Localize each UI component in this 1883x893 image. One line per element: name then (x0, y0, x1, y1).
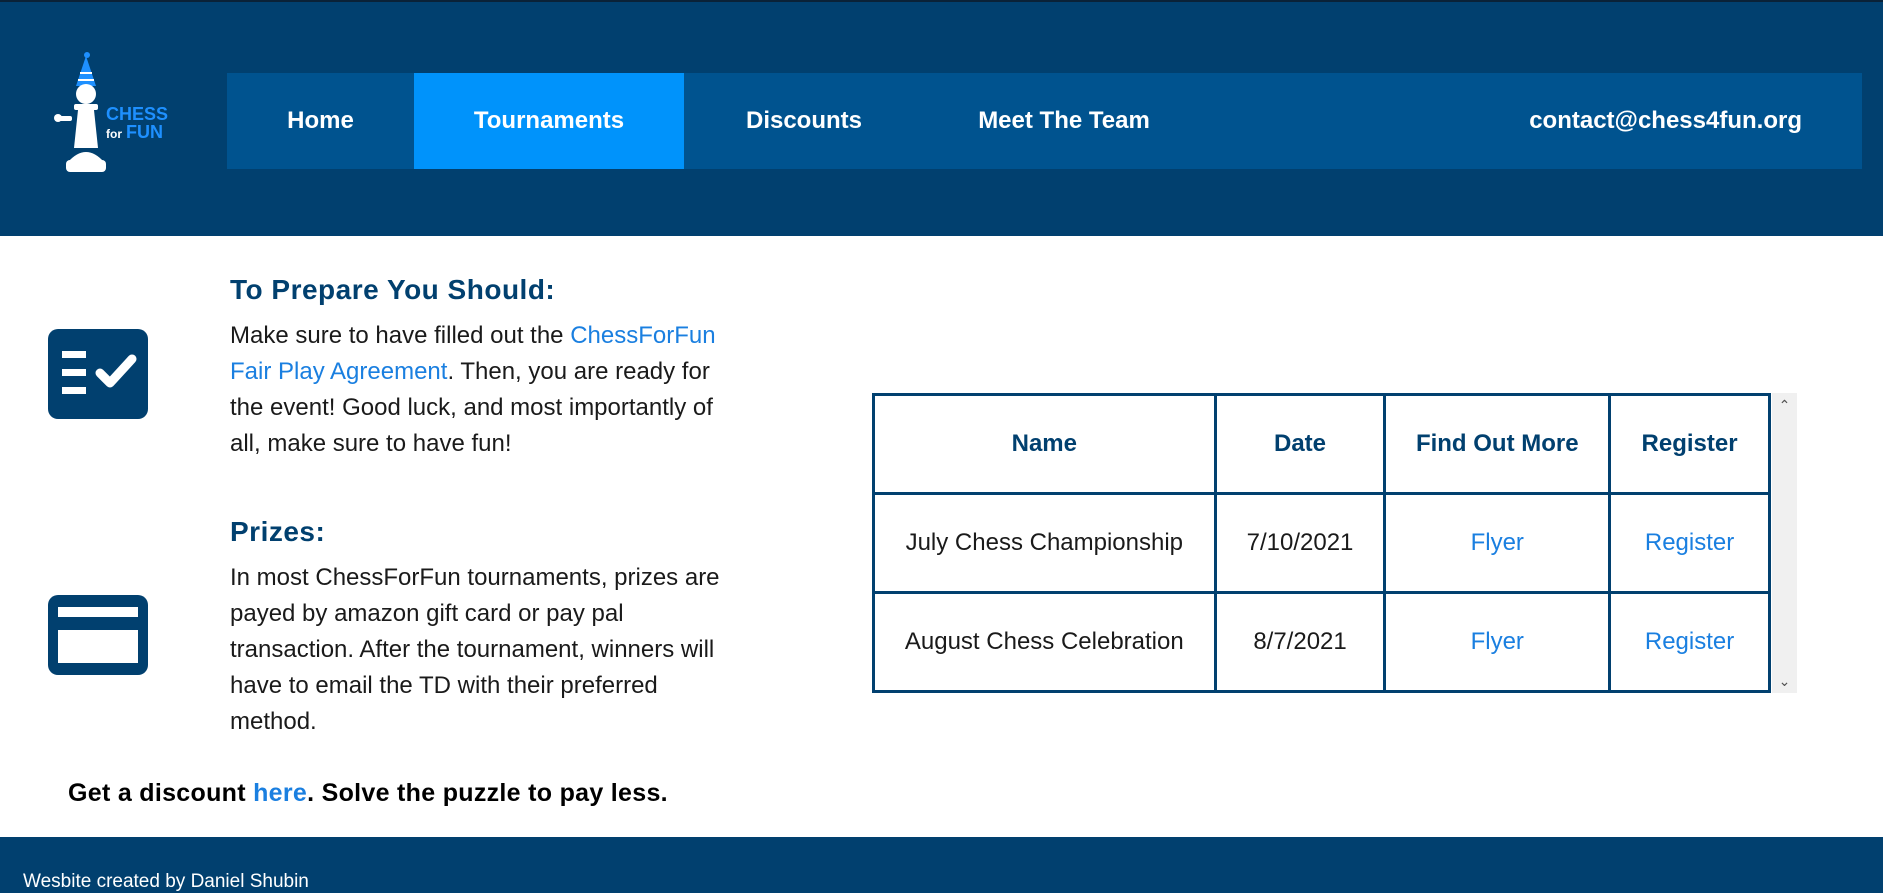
header-name: Name (872, 393, 1217, 495)
register-link[interactable]: Register (1645, 628, 1734, 655)
prepare-text-before: Make sure to have filled out the (230, 322, 571, 349)
row-register: Register (1608, 492, 1771, 594)
prepare-title: To Prepare You Should: (230, 274, 556, 305)
discount-text-after: . Solve the puzzle to pay less. (307, 779, 668, 807)
site-footer: Wesbite created by Daniel Shubin (0, 837, 1883, 893)
row-more: Flyer (1383, 492, 1612, 594)
tournament-table: Name Date Find Out More Register July Ch… (872, 393, 1771, 693)
discount-text-before: Get a discount (68, 779, 254, 807)
header-register: Register (1608, 393, 1771, 495)
table-header-row: Name Date Find Out More Register (872, 393, 1771, 495)
row-date: 7/10/2021 (1213, 492, 1387, 594)
row-register: Register (1608, 591, 1771, 693)
discount-here-link[interactable]: here (253, 779, 307, 807)
row-more: Flyer (1383, 591, 1612, 693)
header-date: Date (1213, 393, 1387, 495)
site-header: CHESS for FUN Home Tournaments Discounts… (0, 0, 1883, 236)
nav-contact-email[interactable]: contact@chess4fun.org (1529, 73, 1802, 169)
discount-line: Get a discount here. Solve the puzzle to… (68, 779, 668, 808)
register-link[interactable]: Register (1645, 529, 1734, 556)
main-navbar: Home Tournaments Discounts Meet The Team… (227, 73, 1862, 169)
main-content: To Prepare You Should: Make sure to have… (0, 236, 1883, 837)
table-row: July Chess Championship 7/10/2021 Flyer … (872, 492, 1771, 594)
logo-text-chess: CHESS (106, 104, 168, 124)
nav-home[interactable]: Home (227, 73, 414, 169)
row-name: July Chess Championship (872, 492, 1217, 594)
flyer-link[interactable]: Flyer (1471, 529, 1524, 556)
nav-discounts[interactable]: Discounts (684, 73, 924, 169)
header-find-out-more: Find Out More (1383, 393, 1612, 495)
tournament-table-container: Name Date Find Out More Register July Ch… (872, 393, 1797, 693)
footer-credit: Wesbite created by Daniel Shubin (23, 871, 309, 892)
nav-tournaments[interactable]: Tournaments (414, 73, 684, 169)
table-row: August Chess Celebration 8/7/2021 Flyer … (872, 591, 1771, 693)
nav-meet-the-team[interactable]: Meet The Team (924, 73, 1204, 169)
logo-text-for: for (106, 127, 122, 141)
chevron-down-icon[interactable]: ⌄ (1772, 671, 1797, 691)
prizes-title: Prizes: (230, 516, 326, 547)
table-scrollbar[interactable]: ⌃ ⌄ (1772, 393, 1797, 693)
checklist-icon (48, 329, 148, 424)
chevron-up-icon[interactable]: ⌃ (1772, 395, 1797, 415)
row-date: 8/7/2021 (1213, 591, 1387, 693)
prizes-text: In most ChessForFun tournaments, prizes … (230, 564, 720, 735)
flyer-link[interactable]: Flyer (1471, 628, 1524, 655)
prepare-text: Make sure to have filled out the ChessFo… (230, 318, 730, 462)
chess-for-fun-logo[interactable]: CHESS for FUN (50, 50, 195, 180)
logo-text-fun: FUN (126, 122, 163, 142)
credit-card-icon (48, 595, 148, 680)
row-name: August Chess Celebration (872, 591, 1217, 693)
